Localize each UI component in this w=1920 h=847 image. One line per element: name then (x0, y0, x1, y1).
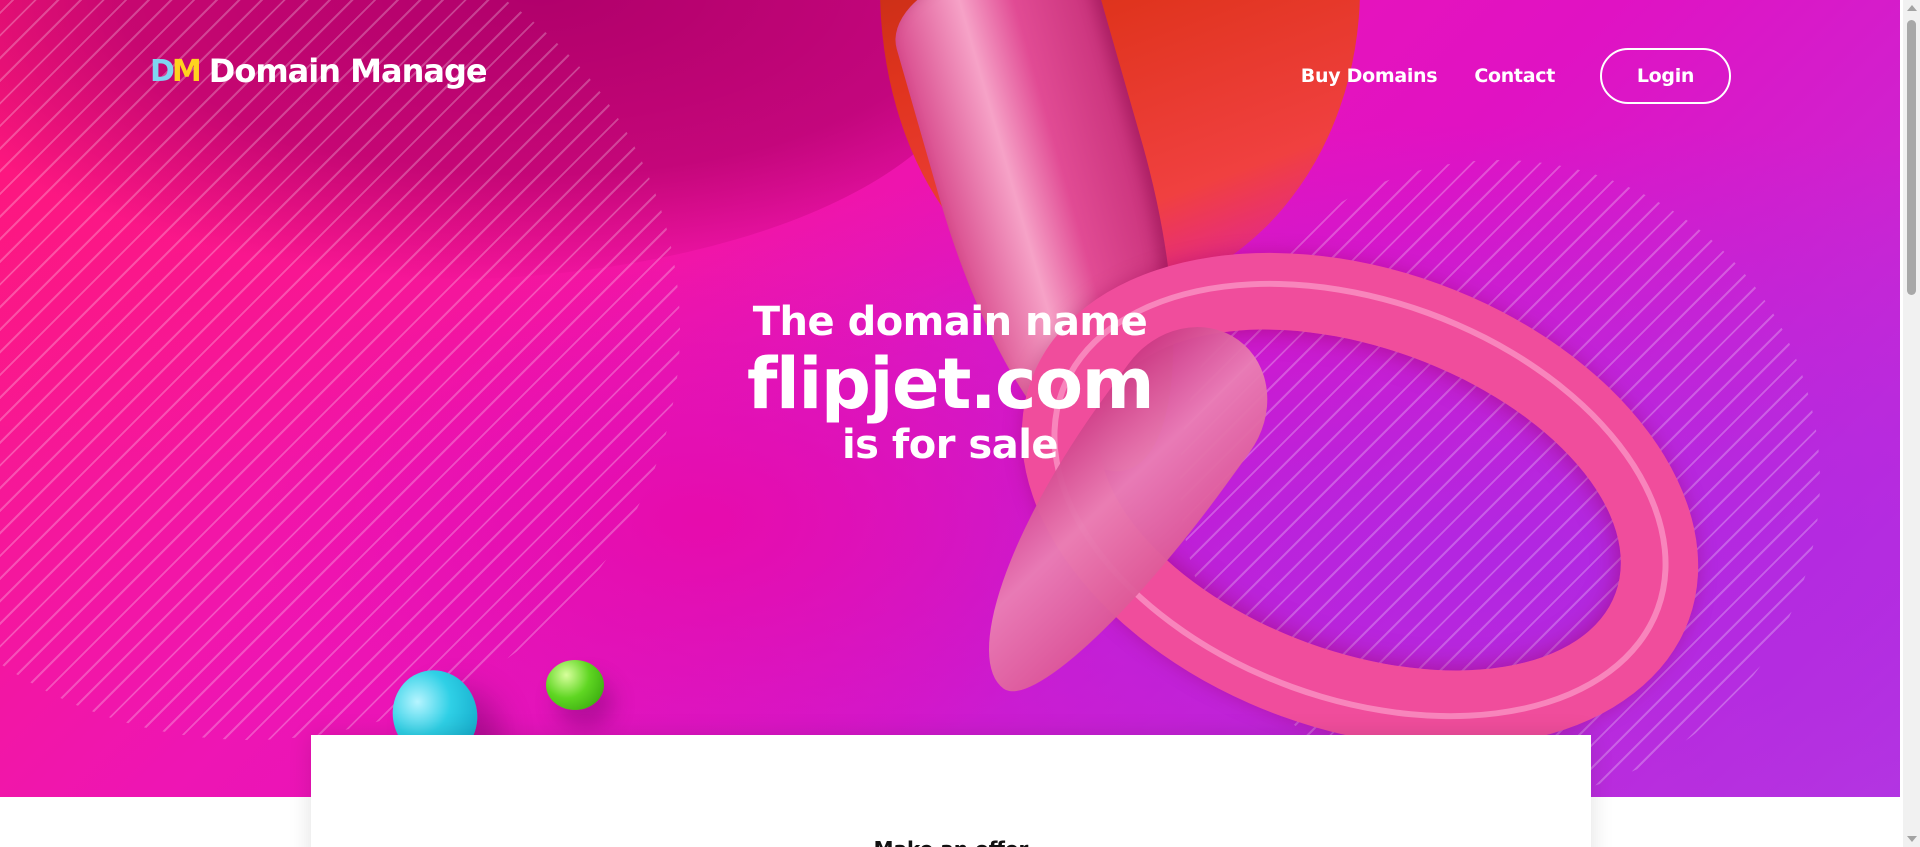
hero-headline: The domain name flipjet.com is for sale (0, 296, 1900, 470)
login-button[interactable]: Login (1600, 48, 1731, 104)
vertical-scrollbar[interactable] (1903, 0, 1920, 847)
logo-mark-m: M (171, 53, 202, 89)
nav-link-buy-domains[interactable]: Buy Domains (1301, 65, 1438, 87)
top-navigation: Buy Domains Contact Login (1301, 48, 1731, 104)
headline-for-sale: is for sale (841, 422, 1059, 468)
green-ball-decoration (546, 660, 604, 710)
offer-card: Make an offer (311, 735, 1591, 847)
nav-link-contact[interactable]: Contact (1474, 65, 1555, 87)
brand-logo[interactable]: D M Domain Manage (150, 52, 488, 90)
scrollbar-thumb[interactable] (1907, 20, 1916, 295)
dm-logo-icon: D M (150, 53, 202, 89)
scroll-up-arrow-icon[interactable] (1907, 5, 1917, 11)
hero-section: D M Domain Manage Buy Domains Contact Lo… (0, 0, 1900, 797)
page: D M Domain Manage Buy Domains Contact Lo… (0, 0, 1920, 847)
domain-name-title: flipjet.com (746, 343, 1155, 425)
headline-intro: The domain name (752, 299, 1148, 345)
offer-card-title: Make an offer (311, 837, 1591, 847)
brand-name: Domain Manage (208, 52, 488, 90)
logo-mark-d: D (150, 53, 175, 89)
scroll-down-arrow-icon[interactable] (1907, 836, 1917, 842)
